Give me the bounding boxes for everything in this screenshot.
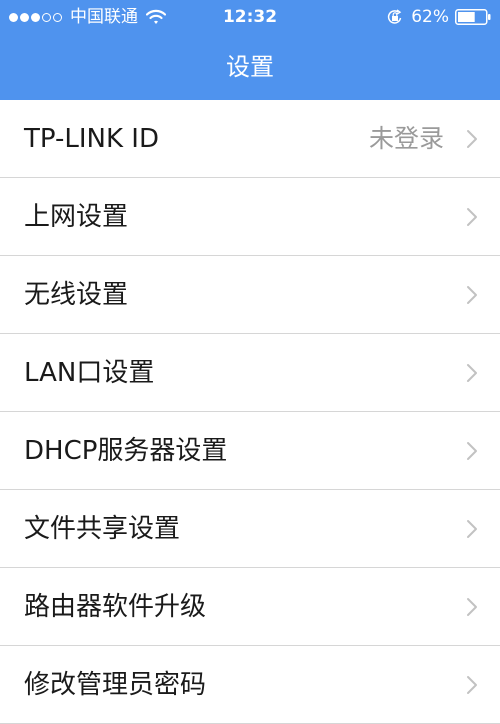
settings-item-label: LAN口设置 xyxy=(24,358,155,388)
settings-item-admin-password[interactable]: 修改管理员密码 xyxy=(0,646,500,724)
chevron-right-icon xyxy=(467,520,477,538)
settings-item-internet[interactable]: 上网设置 xyxy=(0,178,500,256)
chevron-right-icon xyxy=(467,442,477,460)
chevron-right-icon xyxy=(467,208,477,226)
settings-item-file-sharing[interactable]: 文件共享设置 xyxy=(0,490,500,568)
settings-item-label: DHCP服务器设置 xyxy=(24,436,228,466)
battery-percent: 62% xyxy=(411,7,449,27)
chevron-right-icon xyxy=(467,364,477,382)
chevron-right-icon xyxy=(467,598,477,616)
settings-item-label: 上网设置 xyxy=(24,202,129,232)
settings-item-label: 文件共享设置 xyxy=(24,514,181,544)
settings-item-label: 修改管理员密码 xyxy=(24,670,207,700)
login-status-value: 未登录 xyxy=(368,124,444,153)
header: 中国联通 12:32 62% 设置 xyxy=(0,0,500,100)
battery-icon xyxy=(455,9,491,25)
settings-item-lan[interactable]: LAN口设置 xyxy=(0,334,500,412)
settings-item-label: TP-LINK ID xyxy=(24,124,159,154)
chevron-right-icon xyxy=(467,676,477,694)
settings-item-tplink-id[interactable]: TP-LINK ID 未登录 xyxy=(0,100,500,178)
settings-item-dhcp[interactable]: DHCP服务器设置 xyxy=(0,412,500,490)
settings-list: TP-LINK ID 未登录 上网设置 无线设置 LAN口设置 DHCP服务器设… xyxy=(0,100,500,724)
settings-item-firmware-upgrade[interactable]: 路由器软件升级 xyxy=(0,568,500,646)
settings-item-label: 路由器软件升级 xyxy=(24,592,207,622)
page-title: 设置 xyxy=(226,53,274,81)
settings-item-wireless[interactable]: 无线设置 xyxy=(0,256,500,334)
chevron-right-icon xyxy=(467,286,477,304)
status-bar: 中国联通 12:32 62% xyxy=(0,0,500,34)
chevron-right-icon xyxy=(467,130,477,148)
status-right: 62% xyxy=(387,0,491,34)
settings-item-label: 无线设置 xyxy=(24,280,129,310)
orientation-lock-icon xyxy=(388,9,402,24)
